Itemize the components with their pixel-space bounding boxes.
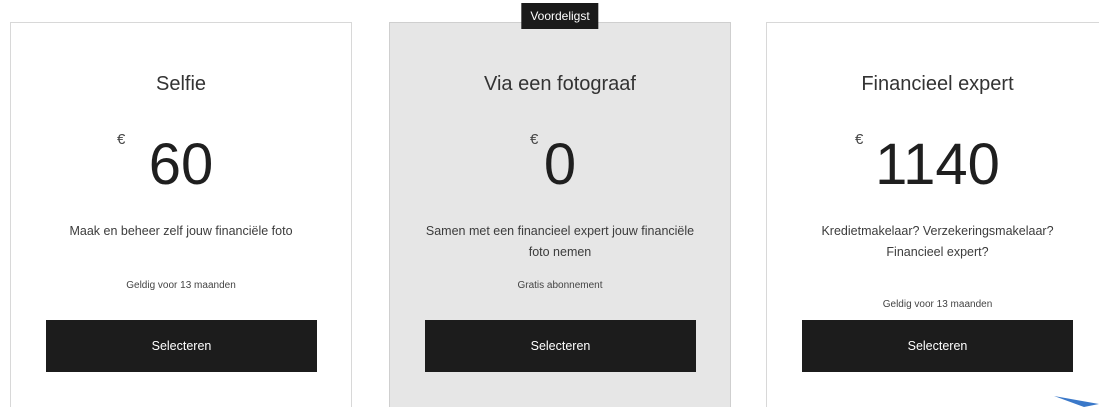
best-value-badge: Voordeligst [521,3,599,29]
pricing-section: Selfie € 60 Maak en beheer zelf jouw fin… [0,0,1099,407]
plan-card-selfie: Selfie € 60 Maak en beheer zelf jouw fin… [10,22,352,407]
plan-price: € 1140 [767,119,1099,199]
plan-card-financieel-expert: Financieel expert € 1140 Kredietmakelaar… [766,22,1099,407]
plan-description: Kredietmakelaar? Verzekeringsmakelaar? F… [821,224,1054,259]
select-button-selfie[interactable]: Selecteren [46,320,317,372]
select-button-financieel-expert[interactable]: Selecteren [802,320,1073,372]
plan-validity: Geldig voor 13 maanden [882,299,993,310]
plan-description: Maak en beheer zelf jouw financiële foto [69,224,293,238]
plan-title: Selfie [155,73,207,95]
plan-title: Via een fotograaf [484,73,636,95]
price-amount: 60 [148,132,214,197]
plan-title: Financieel expert [861,73,1014,95]
price-amount: 1140 [875,132,1000,197]
plan-description: Samen met een financieel expert jouw fin… [425,224,695,259]
select-button-fotograaf[interactable]: Selecteren [425,320,696,372]
plan-price: € 60 [11,119,351,199]
price-amount: 0 [543,132,577,197]
plan-validity: Geldig voor 13 maanden [126,280,236,291]
plan-price: € 0 [390,119,730,199]
plan-validity: Gratis abonnement [517,280,603,291]
arrow-icon [1054,396,1099,407]
plan-card-fotograaf: Voordeligst Via een fotograaf € 0 Samen … [389,3,731,407]
